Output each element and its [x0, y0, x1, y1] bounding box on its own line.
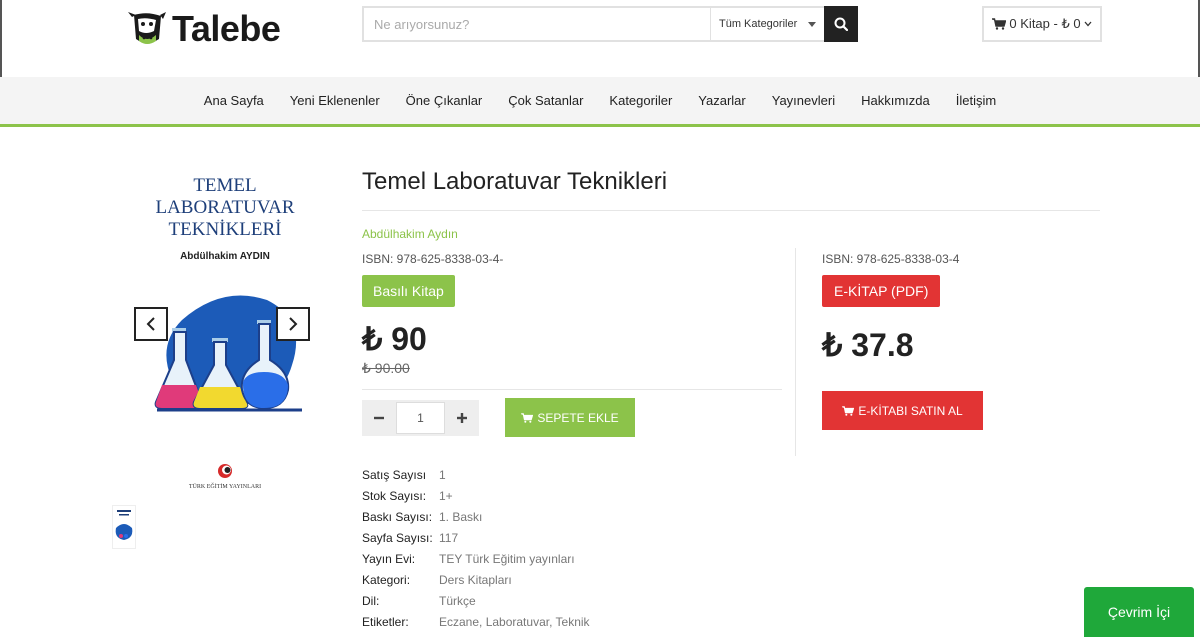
detail-row: Dil: Türkçe — [362, 590, 590, 611]
category-link[interactable]: Ders Kitapları — [439, 573, 512, 587]
cover-title-line: LABORATUVAR — [155, 197, 295, 218]
plus-icon — [457, 413, 467, 423]
nav-item-bestsellers[interactable]: Çok Satanlar — [495, 93, 596, 108]
detail-label: Etiketler: — [362, 614, 409, 629]
nav-item-home[interactable]: Ana Sayfa — [191, 93, 277, 108]
brand-logo[interactable]: Talebe — [126, 8, 281, 50]
product-details-list: Satış Sayısı 1 Stok Sayısı: 1+ Baskı Say… — [362, 464, 590, 632]
title-divider — [362, 210, 1100, 211]
search-button[interactable] — [824, 6, 858, 42]
nav-item-publishers[interactable]: Yayınevleri — [759, 93, 848, 108]
ebook-isbn: ISBN: 978-625-8338-03-4 — [822, 252, 960, 266]
cart-dropdown[interactable]: 0 Kitap - ₺ 0 — [982, 6, 1102, 42]
publisher-emblem-icon — [218, 464, 232, 478]
quantity-increase-button[interactable] — [445, 400, 479, 436]
detail-row: Baskı Sayısı: 1. Baskı — [362, 506, 590, 527]
cart-icon — [992, 18, 1007, 30]
buy-ebook-label: E-KİTABI SATIN AL — [858, 403, 963, 418]
add-to-cart-label: SEPETE EKLE — [537, 410, 619, 425]
category-select[interactable]: Tüm Kategoriler — [710, 8, 824, 40]
nav-item-about[interactable]: Hakkımızda — [848, 93, 943, 108]
main-nav: Ana Sayfa Yeni Eklenenler Öne Çıkanlar Ç… — [0, 77, 1200, 127]
add-to-cart-button[interactable]: SEPETE EKLE — [505, 398, 635, 437]
nav-item-contact[interactable]: İletişim — [943, 93, 1009, 108]
detail-value: Türkçe — [439, 593, 476, 608]
cover-title: TEMEL LABORATUVAR TEKNİKLERİ — [120, 175, 330, 241]
detail-row: Sayfa Sayısı: 117 — [362, 527, 590, 548]
detail-row: Etiketler: Eczane, Laboratuvar, Teknik — [362, 611, 590, 632]
chevron-right-icon — [289, 317, 298, 331]
detail-value: 1. Baskı — [439, 509, 483, 524]
cart-icon — [521, 412, 534, 423]
cover-title-line: TEKNİKLERİ — [168, 219, 282, 240]
book-cover-image: TEMEL LABORATUVAR TEKNİKLERİ Abdülhakim … — [120, 165, 330, 425]
detail-label: Baskı Sayısı: — [362, 509, 433, 524]
nav-item-featured[interactable]: Öne Çıkanlar — [393, 93, 496, 108]
category-select-label: Tüm Kategoriler — [719, 18, 798, 30]
ebook-price: ₺ 37.8 — [822, 327, 914, 363]
search-icon — [834, 17, 848, 31]
cover-thumbnail[interactable] — [112, 505, 136, 549]
publisher-logo: TÜRK EĞİTİM YAYINLARI — [180, 463, 270, 490]
search-input[interactable] — [364, 8, 710, 40]
quantity-decrease-button[interactable] — [362, 400, 396, 436]
publisher-link[interactable]: TEY Türk Eğitim yayınları — [439, 552, 575, 566]
detail-row: Stok Sayısı: 1+ — [362, 485, 590, 506]
carousel-prev-button[interactable] — [134, 307, 168, 341]
chevron-down-icon — [1084, 21, 1092, 27]
nav-item-new-arrivals[interactable]: Yeni Eklenenler — [277, 93, 393, 108]
detail-value: 117 — [439, 530, 459, 545]
thumbnail-flask-icon — [115, 510, 133, 540]
caret-down-icon — [808, 21, 816, 27]
brand-name: Talebe — [172, 8, 281, 49]
detail-label: Yayın Evi: — [362, 551, 416, 566]
nav-item-authors[interactable]: Yazarlar — [685, 93, 758, 108]
print-isbn: ISBN: 978-625-8338-03-4- — [362, 252, 504, 266]
print-format-badge[interactable]: Basılı Kitap — [362, 275, 455, 307]
detail-label: Kategori: — [362, 572, 411, 587]
cart-icon — [842, 405, 855, 416]
detail-label: Sayfa Sayısı: — [362, 530, 433, 545]
cover-title-line: TEMEL — [193, 175, 257, 196]
detail-row: Kategori: Ders Kitapları — [362, 569, 590, 590]
quantity-stepper — [362, 400, 479, 436]
tags-links[interactable]: Eczane, Laboratuvar, Teknik — [439, 615, 590, 629]
detail-row: Yayın Evi: TEY Türk Eğitim yayınları — [362, 548, 590, 569]
author-link[interactable]: Abdülhakim Aydın — [362, 227, 458, 241]
detail-row: Satış Sayısı 1 — [362, 464, 590, 485]
print-price: ₺ 90 — [362, 321, 427, 357]
price-divider — [362, 389, 782, 390]
carousel-next-button[interactable] — [276, 307, 310, 341]
column-divider — [795, 248, 796, 456]
quantity-input[interactable] — [396, 402, 445, 434]
detail-value: 1+ — [439, 488, 453, 503]
detail-label: Satış Sayısı — [362, 467, 427, 482]
site-header: Talebe Tüm Kategoriler 0 Kitap - ₺ 0 — [0, 0, 1200, 77]
chevron-left-icon — [146, 317, 155, 331]
search-bar: Tüm Kategoriler — [362, 6, 858, 42]
minus-icon — [374, 416, 384, 420]
buy-ebook-button[interactable]: E-KİTABI SATIN AL — [822, 391, 983, 430]
detail-label: Dil: — [362, 593, 380, 608]
detail-label: Stok Sayısı: — [362, 488, 427, 503]
cart-summary: 0 Kitap - ₺ 0 — [1009, 16, 1081, 31]
cow-logo-icon — [128, 12, 166, 44]
ebook-format-badge[interactable]: E-KİTAP (PDF) — [822, 275, 941, 307]
print-old-price: ₺ 90.00 — [362, 360, 410, 376]
publisher-text: TÜRK EĞİTİM YAYINLARI — [188, 484, 262, 490]
product-title: Temel Laboratuvar Teknikleri — [362, 168, 668, 195]
detail-value: 1 — [439, 467, 446, 482]
nav-item-categories[interactable]: Kategoriler — [596, 93, 685, 108]
live-chat-button[interactable]: Çevrim İçi — [1084, 587, 1194, 637]
cover-author: Abdülhakim AYDIN — [180, 251, 270, 262]
